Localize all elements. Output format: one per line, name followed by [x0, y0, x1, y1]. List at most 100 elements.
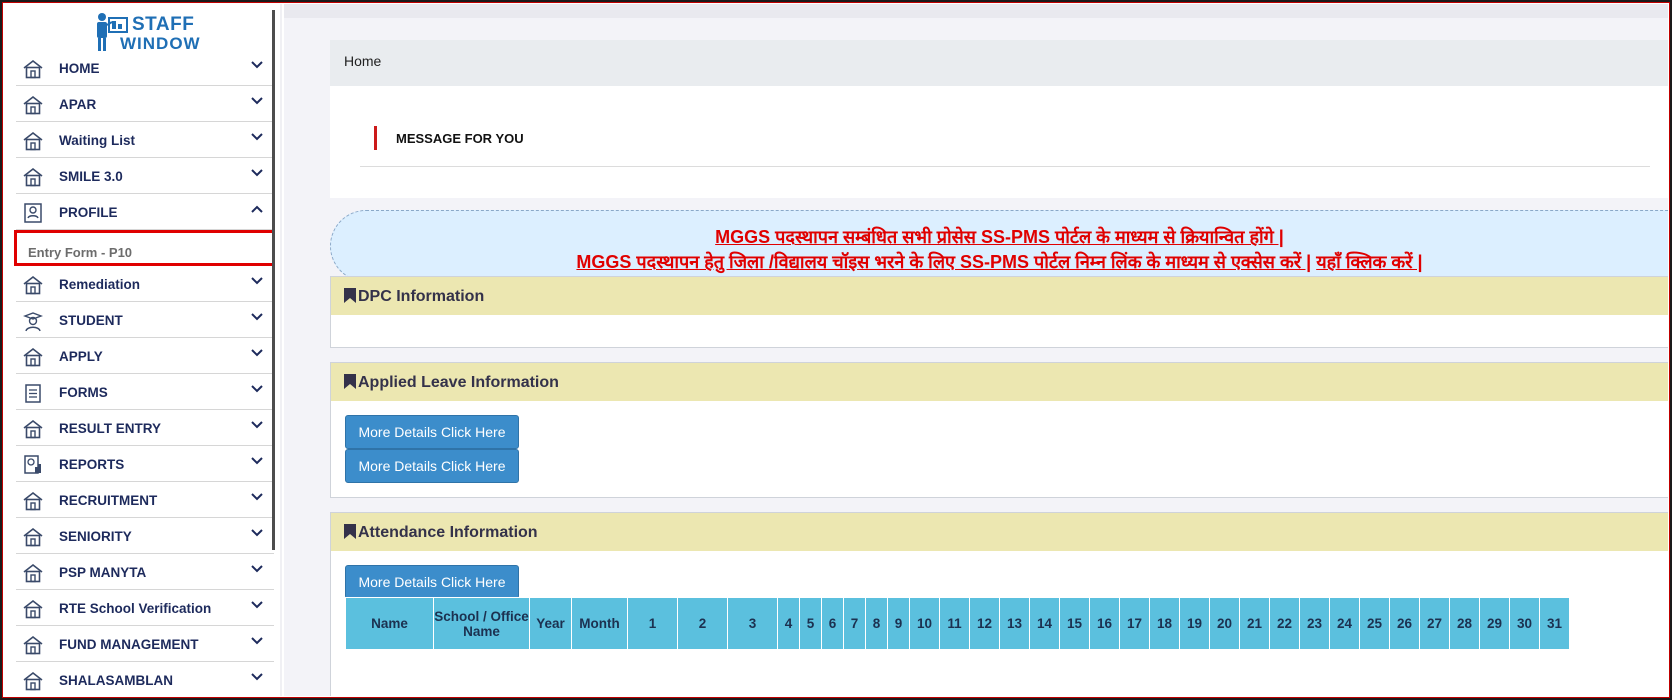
attendance-panel-header: Attendance Information — [331, 513, 1668, 551]
chevron-down-icon[interactable] — [250, 490, 264, 504]
chevron-down-icon[interactable] — [250, 166, 264, 180]
sidebar-menu: HOME APAR Waiting List SMILE 3.0 PROFILE Entr… — [14, 50, 274, 696]
chevron-down-icon[interactable] — [250, 526, 264, 540]
chevron-down-icon[interactable] — [250, 346, 264, 360]
sidebar-item-label: HOME — [59, 61, 100, 76]
attendance-column-header: Name — [345, 597, 434, 650]
sidebar-item-forms[interactable]: FORMS — [16, 374, 274, 410]
sidebar-item-label: FUND MANAGEMENT — [59, 637, 199, 652]
house-icon — [22, 418, 44, 440]
bookmark-icon — [344, 374, 356, 389]
sidebar-item-apar[interactable]: APAR — [16, 86, 274, 122]
sidebar-item-psp-manyta[interactable]: PSP MANYTA — [16, 554, 274, 590]
notice-click-here-link[interactable]: यहाँ क्लिक करें | — [1316, 252, 1422, 272]
attendance-column-header: 21 — [1239, 597, 1270, 650]
sidebar-item-rte-school-verification[interactable]: RTE School Verification — [16, 590, 274, 626]
house-icon — [22, 274, 44, 296]
house-icon — [22, 94, 44, 116]
attendance-column-header: 25 — [1359, 597, 1390, 650]
attendance-column-header: 8 — [865, 597, 888, 650]
chevron-down-icon[interactable] — [250, 94, 264, 108]
dpc-panel: DPC Information — [330, 276, 1668, 348]
chevron-down-icon[interactable] — [250, 130, 264, 144]
leave-panel-title: Applied Leave Information — [358, 374, 559, 391]
attendance-column-header: 11 — [939, 597, 970, 650]
sidebar-item-remediation[interactable]: Remediation — [16, 266, 274, 302]
leave-details-button-1[interactable]: More Details Click Here — [345, 415, 519, 449]
sidebar-item-recruitment[interactable]: RECRUITMENT — [16, 482, 274, 518]
sidebar-item-fund-management[interactable]: FUND MANAGEMENT — [16, 626, 274, 662]
logo-line1: STAFF — [132, 14, 195, 35]
staff-window-logo[interactable]: STAFF WINDOW — [94, 12, 204, 54]
chevron-down-icon[interactable] — [250, 634, 264, 648]
house-icon — [22, 670, 44, 692]
attendance-column-header: 9 — [887, 597, 910, 650]
house-icon — [22, 166, 44, 188]
attendance-panel-title: Attendance Information — [358, 524, 538, 541]
chevron-up-icon[interactable] — [250, 202, 264, 216]
leave-details-button-2[interactable]: More Details Click Here — [345, 449, 519, 483]
sidebar-item-result-entry[interactable]: RESULT ENTRY — [16, 410, 274, 446]
sidebar-item-profile[interactable]: PROFILE — [16, 194, 274, 230]
sidebar: STAFF WINDOW HOME APAR Waiting List SMILE 3… — [4, 4, 274, 696]
house-icon — [22, 562, 44, 584]
sidebar-item-label: PSP MANYTA — [59, 565, 147, 580]
chevron-down-icon[interactable] — [250, 310, 264, 324]
attendance-column-header: 20 — [1209, 597, 1240, 650]
chevron-down-icon[interactable] — [250, 670, 264, 684]
sidebar-scrollbar[interactable] — [272, 10, 275, 550]
attendance-details-button[interactable]: More Details Click Here — [345, 565, 519, 599]
attendance-column-header: 6 — [821, 597, 844, 650]
attendance-column-header: 24 — [1329, 597, 1360, 650]
sidebar-item-label: STUDENT — [59, 313, 123, 328]
attendance-column-header: 23 — [1299, 597, 1330, 650]
attendance-column-header: 26 — [1389, 597, 1420, 650]
attendance-column-header: 19 — [1179, 597, 1210, 650]
chevron-down-icon[interactable] — [250, 562, 264, 576]
attendance-column-header: 3 — [727, 597, 778, 650]
breadcrumb-home[interactable]: Home — [344, 53, 381, 69]
attendance-column-header: 1 — [627, 597, 678, 650]
bookmark-icon — [344, 524, 356, 539]
attendance-header-row: Name School / Office Name Year Month 1 2 3 4 5 6 7… — [345, 597, 1570, 650]
chevron-down-icon[interactable] — [250, 382, 264, 396]
sidebar-item-apply[interactable]: APPLY — [16, 338, 274, 374]
attendance-column-header: 4 — [777, 597, 800, 650]
sidebar-item-student[interactable]: STUDENT — [16, 302, 274, 338]
submenu-entry-form-p10[interactable]: Entry Form - P10 — [14, 230, 274, 266]
profile-card-icon — [22, 202, 44, 224]
sidebar-item-seniority[interactable]: SENIORITY — [16, 518, 274, 554]
submenu-label: Entry Form - P10 — [28, 245, 133, 260]
chevron-down-icon[interactable] — [250, 418, 264, 432]
attendance-column-header: 5 — [799, 597, 822, 650]
sidebar-item-home[interactable]: HOME — [16, 50, 274, 86]
top-bar — [284, 4, 1668, 18]
sidebar-item-smile-3-0[interactable]: SMILE 3.0 — [16, 158, 274, 194]
clipboard-icon — [22, 382, 44, 404]
sidebar-item-shalasamblan[interactable]: SHALASAMBLAN — [16, 662, 274, 696]
chevron-down-icon[interactable] — [250, 454, 264, 468]
chevron-down-icon[interactable] — [250, 274, 264, 288]
house-icon — [22, 58, 44, 80]
leave-panel-header: Applied Leave Information — [331, 363, 1668, 401]
dpc-panel-title: DPC Information — [358, 288, 485, 305]
sidebar-item-waiting-list[interactable]: Waiting List — [16, 122, 274, 158]
attendance-column-header: 12 — [969, 597, 1000, 650]
sidebar-item-label: APAR — [59, 97, 97, 112]
attendance-column-header: 30 — [1509, 597, 1540, 650]
notice-line2-text[interactable]: MGGS पदस्थापन हेतु जिला /विद्यालय चॉइस भ… — [576, 252, 1311, 272]
sidebar-item-label: SENIORITY — [59, 529, 132, 544]
attendance-column-header: School / Office Name — [433, 597, 530, 650]
attendance-table: Name School / Office Name Year Month 1 2 3 4 5 6 7… — [345, 597, 1570, 650]
sidebar-item-label: Remediation — [59, 277, 141, 292]
sidebar-item-reports[interactable]: REPORTS — [16, 446, 274, 482]
attendance-column-header: 18 — [1149, 597, 1180, 650]
sidebar-item-label: RTE School Verification — [59, 601, 212, 616]
attendance-column-header: 29 — [1479, 597, 1510, 650]
sidebar-item-label: REPORTS — [59, 457, 125, 472]
chevron-down-icon[interactable] — [250, 598, 264, 612]
chevron-down-icon[interactable] — [250, 58, 264, 72]
report-icon — [22, 454, 44, 476]
bookmark-icon — [344, 288, 356, 303]
sidebar-item-label: PROFILE — [59, 205, 118, 220]
